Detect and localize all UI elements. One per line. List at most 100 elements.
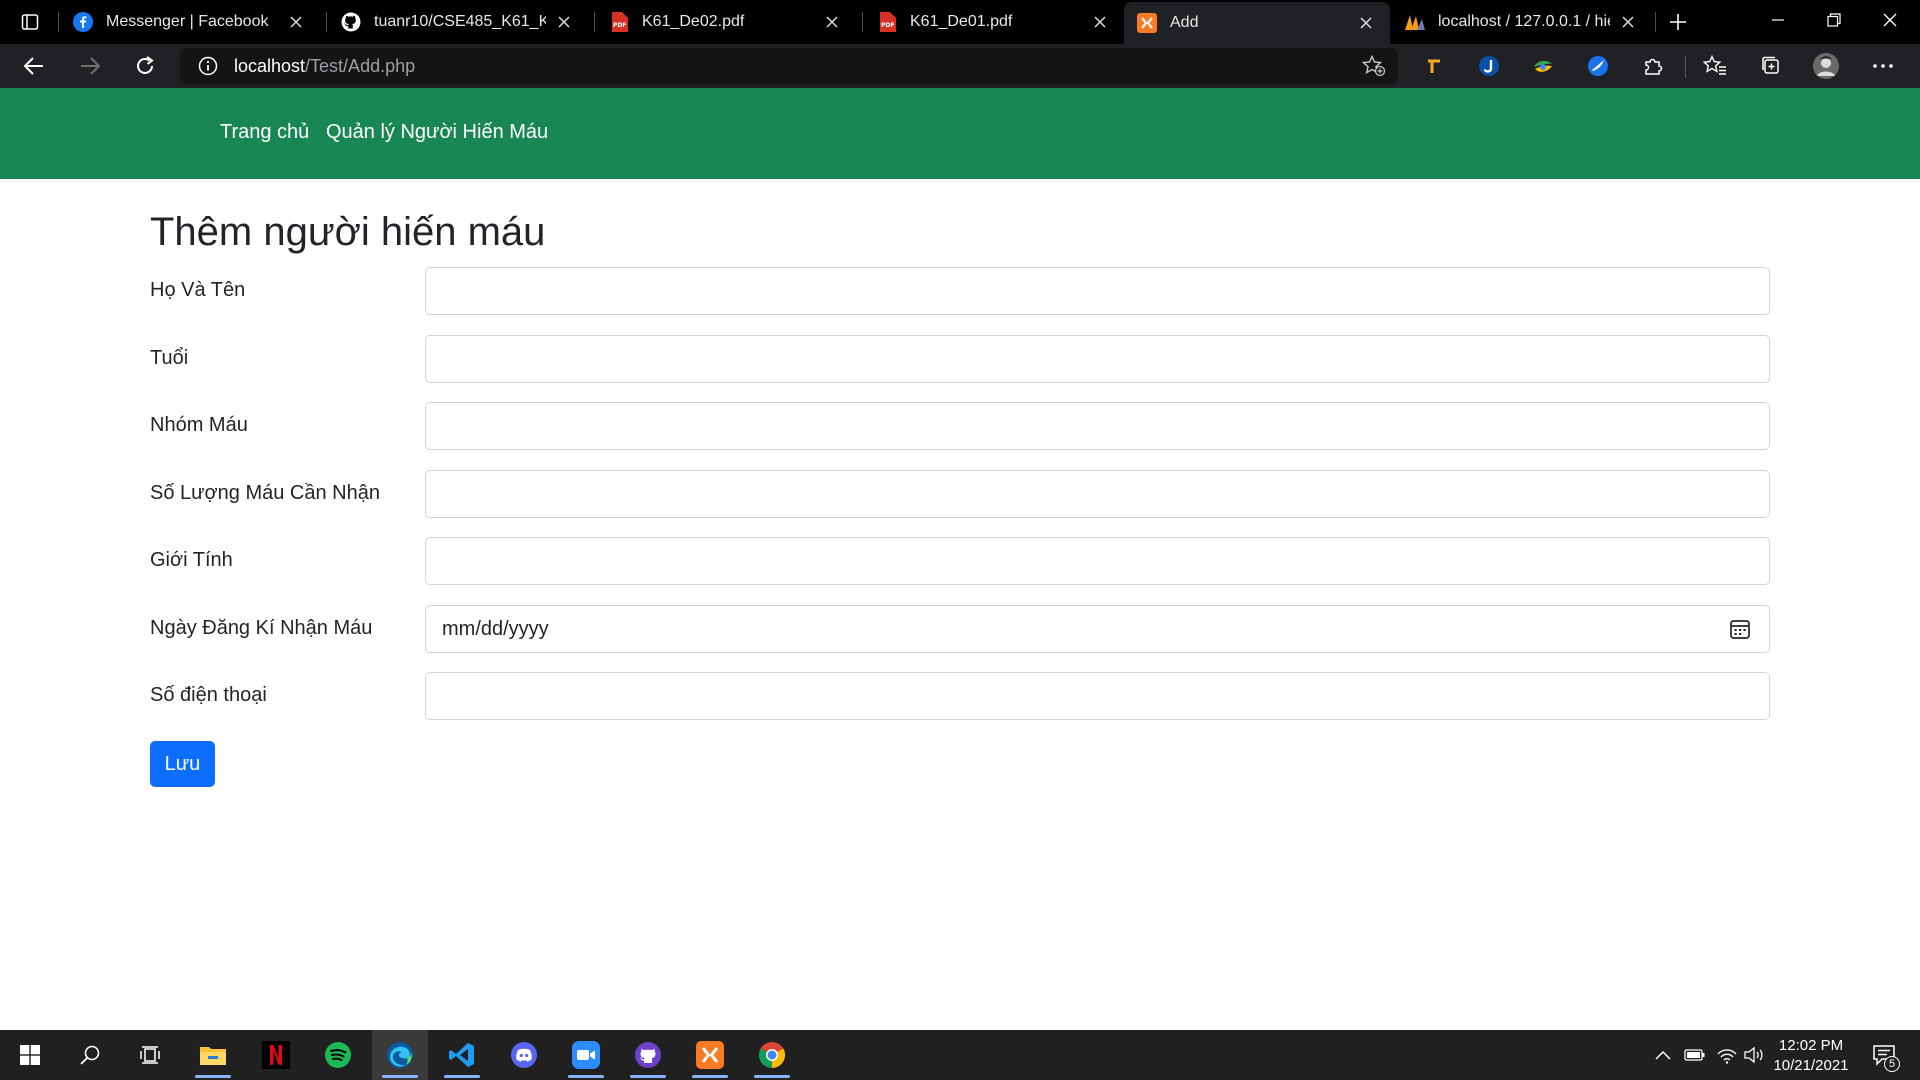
vscode-icon[interactable] (434, 1030, 490, 1080)
save-button[interactable]: Lưu (150, 741, 215, 787)
minimize-icon[interactable] (1750, 0, 1806, 40)
close-icon[interactable] (554, 12, 574, 32)
url-text[interactable]: localhost/Test/Add.php (234, 56, 415, 77)
favorites-icon[interactable] (1700, 52, 1730, 80)
back-icon[interactable] (16, 50, 52, 82)
tab-title: K61_De02.pdf (642, 13, 745, 30)
extension-blue-icon[interactable] (1583, 52, 1613, 80)
chevron-up-icon[interactable] (1650, 1030, 1676, 1080)
nav-link-home[interactable]: Trang chủ (220, 121, 309, 144)
github-icon (340, 11, 362, 33)
calendar-icon[interactable] (1728, 617, 1752, 641)
extensions-puzzle-icon[interactable] (1638, 52, 1668, 80)
github-desktop-icon[interactable] (620, 1030, 676, 1080)
age-input[interactable] (425, 335, 1770, 383)
tab-separator (326, 12, 327, 32)
form-row-gender: Giới Tính (150, 537, 1770, 585)
address-bar[interactable]: localhost/Test/Add.php (180, 48, 1398, 84)
blood-group-label: Nhóm Máu (150, 414, 248, 436)
pdf-icon: PDF (608, 11, 630, 33)
registration-date-label: Ngày Đăng Kí Nhận Máu (150, 617, 373, 639)
blood-group-input[interactable] (425, 402, 1770, 450)
windows-start-icon[interactable] (2, 1030, 58, 1080)
clock-time: 12:02 PM (1778, 1037, 1844, 1054)
search-icon[interactable] (62, 1030, 118, 1080)
xampp-icon (1136, 12, 1158, 34)
battery-icon[interactable] (1680, 1030, 1710, 1080)
browser-tab-strip: Messenger | Facebook tuanr10/CSE485_K61_… (0, 0, 1920, 44)
svg-text:PDF: PDF (613, 22, 626, 29)
discord-icon[interactable] (496, 1030, 552, 1080)
gender-input[interactable] (425, 537, 1770, 585)
file-explorer-icon[interactable] (185, 1030, 241, 1080)
blood-quantity-label: Số Lượng Máu Cần Nhận (150, 482, 380, 504)
form-row-full-name: Họ Và Tên (150, 267, 1770, 315)
tab-title: Add (1170, 14, 1199, 31)
tab-title: K61_De01.pdf (910, 13, 1013, 30)
facebook-icon (72, 11, 94, 33)
close-icon[interactable] (1356, 13, 1376, 33)
close-icon[interactable] (1090, 12, 1110, 32)
form-row-blood-group: Nhóm Máu (150, 402, 1770, 450)
full-name-input[interactable] (425, 267, 1770, 315)
phpmyadmin-icon (1404, 11, 1426, 33)
tab-add-active[interactable]: Add (1124, 2, 1390, 44)
chrome-icon[interactable] (744, 1030, 800, 1080)
age-label: Tuổi (150, 347, 189, 369)
info-icon[interactable] (196, 54, 220, 78)
wifi-icon[interactable] (1712, 1030, 1742, 1080)
close-icon[interactable] (822, 12, 842, 32)
tab-github[interactable]: tuanr10/CSE485_K61_KTGK_ (328, 4, 588, 40)
extension-colorful-icon[interactable] (1528, 52, 1558, 80)
refresh-icon[interactable] (127, 50, 163, 82)
tab-title: Messenger | Facebook (106, 13, 269, 30)
blood-quantity-input[interactable] (425, 470, 1770, 518)
registration-date-input[interactable] (425, 605, 1770, 653)
phone-label: Số điện thoại (150, 684, 267, 706)
close-window-icon[interactable] (1862, 0, 1918, 40)
nav-link-manage-donors[interactable]: Quản lý Người Hiến Máu (326, 121, 548, 144)
profile-avatar[interactable] (1811, 52, 1841, 80)
site-navbar: Trang chủ Quản lý Người Hiến Máu (0, 88, 1920, 179)
xampp-icon[interactable] (682, 1030, 738, 1080)
more-options-icon[interactable] (1868, 52, 1898, 80)
close-icon[interactable] (1618, 12, 1638, 32)
notifications-icon[interactable]: 5 (1866, 1038, 1902, 1072)
notification-count-badge: 5 (1884, 1056, 1900, 1072)
tab-pdf-de02[interactable]: PDF K61_De02.pdf (596, 4, 856, 40)
tab-messenger[interactable]: Messenger | Facebook (60, 4, 320, 40)
tab-separator (862, 12, 863, 32)
new-tab-icon[interactable] (1658, 6, 1698, 38)
form-row-phone: Số điện thoại (150, 672, 1770, 720)
tab-title: tuanr10/CSE485_K61_KTGK_ (374, 13, 546, 30)
clock-date: 10/21/2021 (1773, 1057, 1849, 1074)
tab-actions-icon[interactable] (10, 8, 50, 36)
browser-toolbar: localhost/Test/Add.php (0, 44, 1920, 88)
extension-j-icon[interactable] (1474, 52, 1504, 80)
close-icon[interactable] (286, 12, 306, 32)
system-clock[interactable]: 12:02 PM 10/21/2021 (1766, 1036, 1856, 1076)
tab-title: localhost / 127.0.0.1 / hienm (1438, 13, 1610, 30)
edge-icon[interactable] (372, 1030, 428, 1080)
volume-icon[interactable] (1740, 1030, 1768, 1080)
pdf-icon: PDF (876, 11, 898, 33)
tab-separator (58, 12, 59, 32)
tab-pdf-de01[interactable]: PDF K61_De01.pdf (864, 4, 1124, 40)
phone-input[interactable] (425, 672, 1770, 720)
netflix-icon[interactable] (248, 1030, 304, 1080)
page-title: Thêm người hiến máu (150, 210, 546, 254)
task-view-icon[interactable] (122, 1030, 178, 1080)
forward-icon[interactable] (72, 50, 108, 82)
tab-separator (594, 12, 595, 32)
restore-icon[interactable] (1806, 0, 1862, 40)
tab-phpmyadmin[interactable]: localhost / 127.0.0.1 / hienm (1392, 4, 1652, 40)
zoom-icon[interactable] (558, 1030, 614, 1080)
form-row-age: Tuổi (150, 335, 1770, 383)
spotify-icon[interactable] (310, 1030, 366, 1080)
add-favorite-icon[interactable] (1360, 53, 1388, 79)
form-row-blood-quantity: Số Lượng Máu Cần Nhận (150, 470, 1770, 518)
collections-icon[interactable] (1756, 52, 1786, 80)
extension-orange-icon[interactable] (1419, 52, 1449, 80)
url-path: /Test/Add.php (305, 55, 416, 76)
gender-label: Giới Tính (150, 549, 233, 571)
